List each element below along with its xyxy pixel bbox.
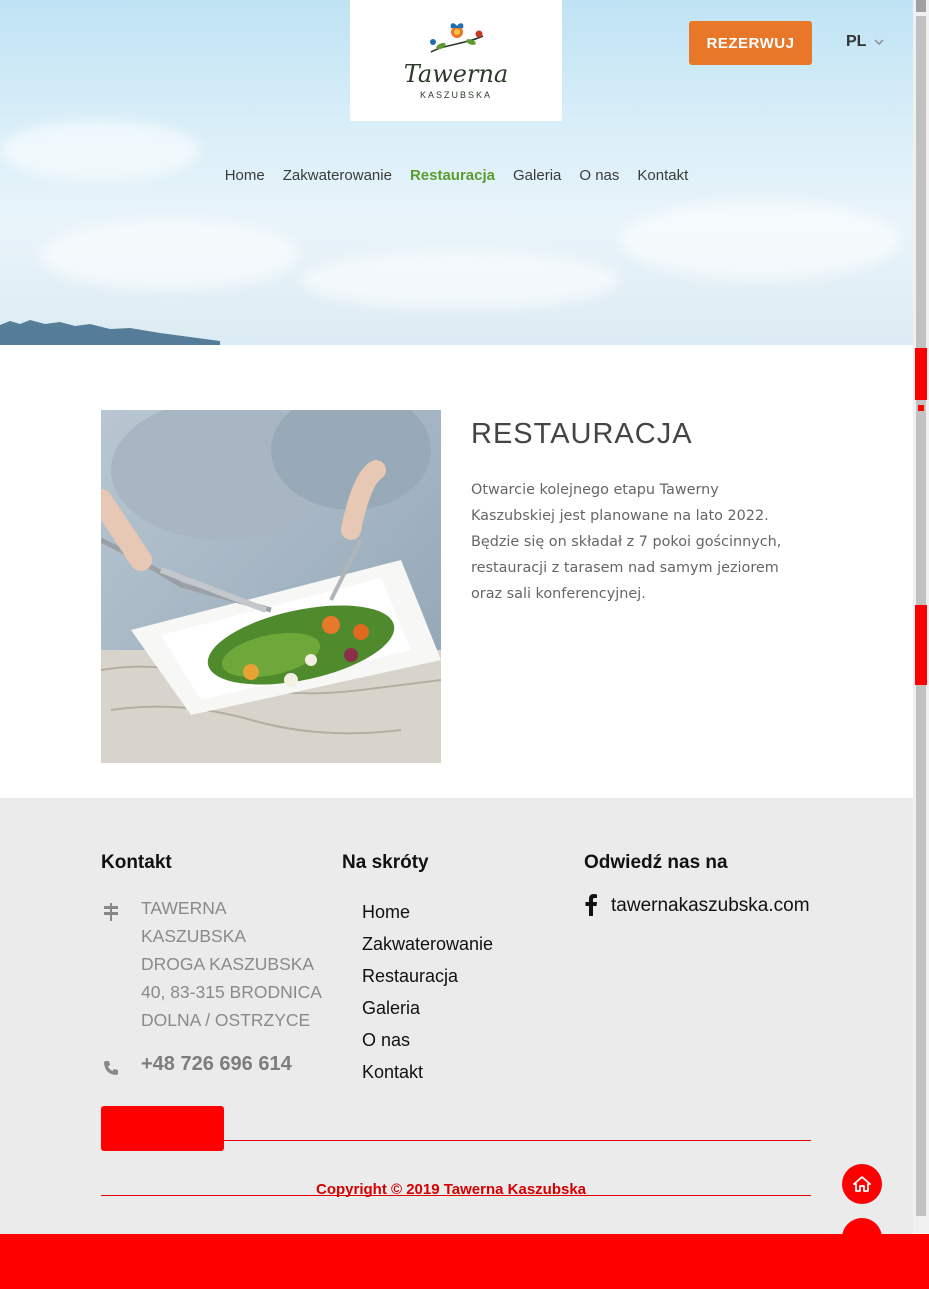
logo-subtitle: KASZUBSKA — [419, 89, 493, 100]
cloud-decoration — [40, 220, 300, 290]
bottom-bar — [0, 1234, 929, 1289]
address-line: Tawerna — [141, 898, 227, 918]
footer-link-kontakt[interactable]: Kontakt — [362, 1056, 493, 1088]
logo[interactable]: Tawerna KASZUBSKA — [350, 0, 562, 121]
highlight-block — [101, 1106, 224, 1151]
scrollbar-highlight — [918, 405, 924, 411]
footer-link-zakwaterowanie[interactable]: Zakwaterowanie — [362, 928, 493, 960]
scrollbar-up-arrow[interactable] — [916, 0, 926, 12]
restaurant-photo — [101, 410, 441, 763]
home-icon — [853, 1176, 871, 1192]
cloud-decoration — [620, 200, 900, 280]
shortcuts-heading: Na skróty — [342, 852, 429, 873]
reserve-button[interactable]: REZERWUJ — [689, 21, 812, 65]
nav-item-kontakt[interactable]: Kontakt — [637, 167, 688, 184]
address-line: Kaszubska — [141, 926, 247, 946]
footer-shortcuts: Home Zakwaterowanie Restauracja Galeria … — [362, 896, 493, 1088]
treeline-decoration — [0, 320, 220, 345]
phone-number[interactable]: +48 726 696 614 — [141, 1053, 292, 1076]
language-label: PL — [846, 33, 867, 50]
page-title: RESTAURACJA — [471, 418, 693, 450]
signpost-icon — [104, 903, 118, 921]
facebook-icon[interactable] — [584, 894, 598, 916]
footer: Kontakt Tawerna Kaszubska Droga Kaszubsk… — [0, 798, 913, 1258]
logo-name: Tawerna — [403, 59, 509, 88]
divider — [101, 1195, 811, 1196]
divider — [224, 1140, 811, 1141]
address-line: 40, 83-315 Brodnica — [141, 982, 322, 1002]
footer-link-home[interactable]: Home — [362, 896, 493, 928]
logo-flower-icon — [430, 22, 484, 53]
footer-link-restauracja[interactable]: Restauracja — [362, 960, 493, 992]
nav-item-galeria[interactable]: Galeria — [513, 167, 561, 184]
scrollbar-highlight — [915, 348, 927, 400]
address-line: Droga Kaszubska — [141, 954, 315, 974]
address-line: Dolna / Ostrzyce — [141, 1010, 311, 1030]
nav-item-zakwaterowanie[interactable]: Zakwaterowanie — [283, 167, 392, 184]
language-selector[interactable]: PL — [846, 33, 884, 51]
nav-item-restauracja[interactable]: Restauracja — [410, 167, 495, 184]
footer-link-o-nas[interactable]: O nas — [362, 1024, 493, 1056]
hero-banner: Tawerna KASZUBSKA REZERWUJ PL Home Zakwa… — [0, 0, 913, 345]
facebook-link[interactable]: tawernakaszubska.com — [611, 895, 810, 917]
scrollbar-highlight — [915, 605, 927, 685]
address: Tawerna Kaszubska Droga Kaszubska 40, 83… — [141, 894, 331, 1034]
scrollbar[interactable] — [913, 0, 929, 1234]
visit-heading: Odwiedź nas na — [584, 852, 728, 873]
cloud-decoration — [300, 250, 620, 310]
home-button[interactable] — [842, 1164, 882, 1204]
chevron-down-icon — [874, 39, 884, 45]
phone-icon — [104, 1061, 118, 1075]
nav-item-home[interactable]: Home — [225, 167, 265, 184]
footer-link-galeria[interactable]: Galeria — [362, 992, 493, 1024]
contact-heading: Kontakt — [101, 852, 172, 873]
nav-item-o-nas[interactable]: O nas — [579, 167, 619, 184]
main-nav: Home Zakwaterowanie Restauracja Galeria … — [0, 167, 913, 184]
restaurant-description: Otwarcie kolejnego etapu Tawerny Kaszubs… — [471, 482, 782, 602]
restaurant-section: RESTAURACJA Otwarcie kolejnego etapu Taw… — [0, 345, 913, 798]
